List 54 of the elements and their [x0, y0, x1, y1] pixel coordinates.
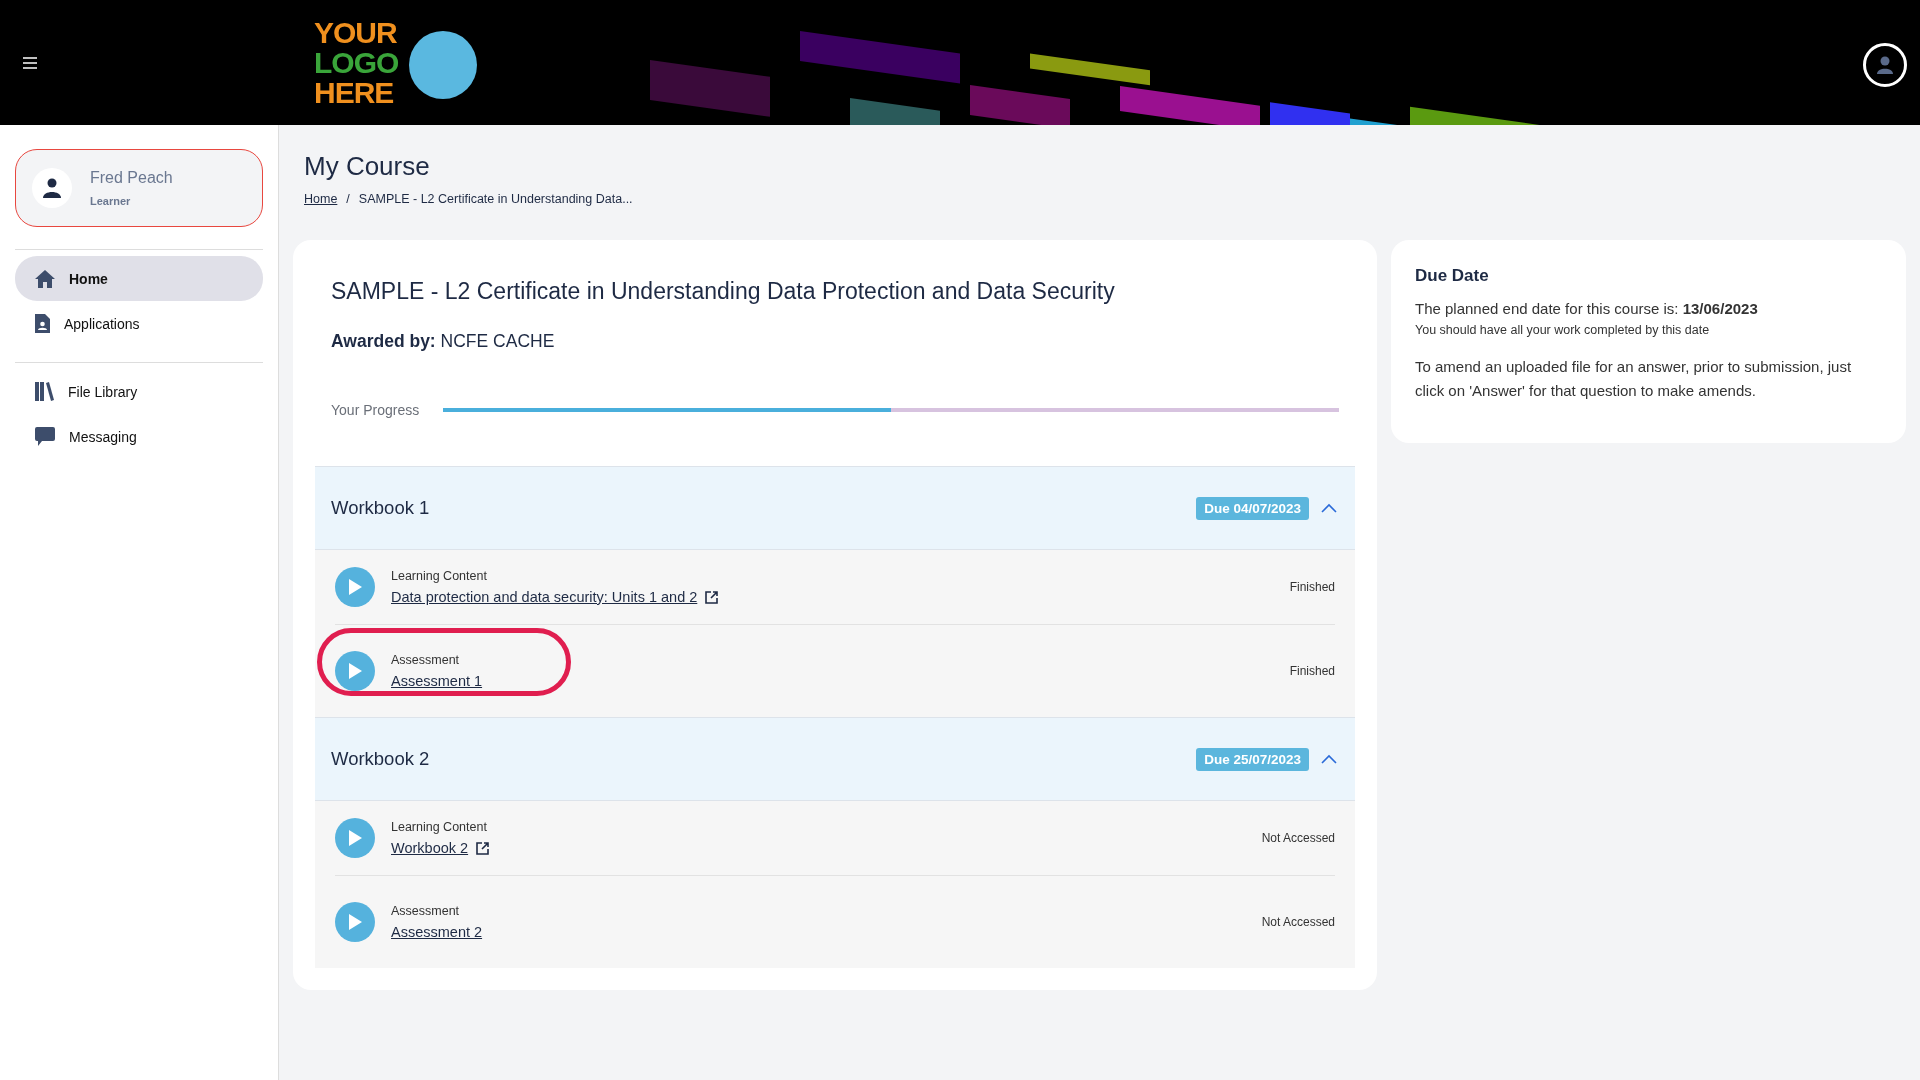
sidebar-item[interactable]: Home — [15, 256, 263, 301]
due-badge: Due 04/07/2023 — [1196, 496, 1309, 520]
item-status: Not Accessed — [1261, 831, 1335, 845]
note-text: You should have all your work completed by this date — [1415, 323, 1711, 337]
play-icon — [347, 829, 363, 847]
play-icon — [347, 913, 363, 931]
play-button[interactable] — [335, 902, 375, 942]
logo-text: LOGO — [314, 47, 399, 78]
play-icon — [347, 662, 363, 680]
play-icon — [347, 578, 363, 596]
item-status: Finished — [1289, 580, 1335, 594]
awarded-by-text: Awarded by: NCFE CACHE — [331, 331, 556, 352]
play-button[interactable] — [335, 651, 375, 691]
item-type: Assessment — [391, 653, 461, 667]
menu-icon — [23, 56, 37, 69]
item-link[interactable]: Data protection and data security: Units 1 and 2 — [391, 589, 698, 605]
breadcrumb-current: SAMPLE - L2 Certificate in Understanding Data... — [358, 192, 633, 206]
breadcrumb-separator: / — [346, 192, 350, 206]
planned-date-text: The planned end date for this course is: 13/06/2023 — [1415, 300, 1759, 317]
item-link[interactable]: Assessment 2 — [391, 924, 483, 940]
user-name: Fred Peach — [90, 169, 173, 187]
card-title: Due Date — [1415, 266, 1490, 286]
item-type: Assessment — [391, 904, 461, 918]
item-link[interactable]: Assessment 1 — [391, 673, 483, 689]
workbook-title: Workbook 2 — [331, 748, 430, 770]
person-icon — [1875, 55, 1895, 75]
books-icon — [35, 382, 54, 401]
item-link[interactable]: Workbook 2 — [391, 840, 469, 856]
sidebar-item[interactable]: Applications — [15, 301, 263, 346]
item-status: Not Accessed — [1261, 915, 1335, 929]
user-role: Learner — [90, 195, 132, 207]
play-button[interactable] — [335, 567, 375, 607]
course-title: SAMPLE - L2 Certificate in Understanding Data Protection and Data Security — [331, 278, 1116, 305]
play-button[interactable] — [335, 818, 375, 858]
sidebar-item[interactable]: Messaging — [15, 414, 263, 459]
logo-text: YOUR — [314, 17, 398, 48]
breadcrumb-link[interactable]: Home — [304, 192, 338, 206]
workbook-title: Workbook 1 — [331, 497, 430, 519]
home-icon — [35, 269, 55, 288]
due-badge: Due 25/07/2023 — [1196, 747, 1309, 771]
item-type: Learning Content — [391, 820, 488, 834]
document-icon — [35, 314, 50, 333]
item-status: Finished — [1289, 664, 1335, 678]
page-title: My Course — [304, 151, 431, 182]
logo-circle-icon — [409, 30, 477, 99]
sidebar-item[interactable]: File Library — [15, 369, 263, 414]
item-type: Learning Content — [391, 569, 488, 583]
progress-label: Your Progress — [331, 402, 420, 418]
chat-bubble-icon — [35, 427, 55, 446]
profile-card[interactable]: Fred Peach Learner — [15, 149, 263, 227]
person-icon — [43, 178, 61, 198]
info-text: To amend an uploaded file for an answer, prior to submission, just click on 'Answer' for that question to make amends. — [1415, 357, 1853, 401]
logo-text: HERE — [314, 77, 395, 108]
user-avatar-button[interactable] — [1863, 43, 1907, 87]
